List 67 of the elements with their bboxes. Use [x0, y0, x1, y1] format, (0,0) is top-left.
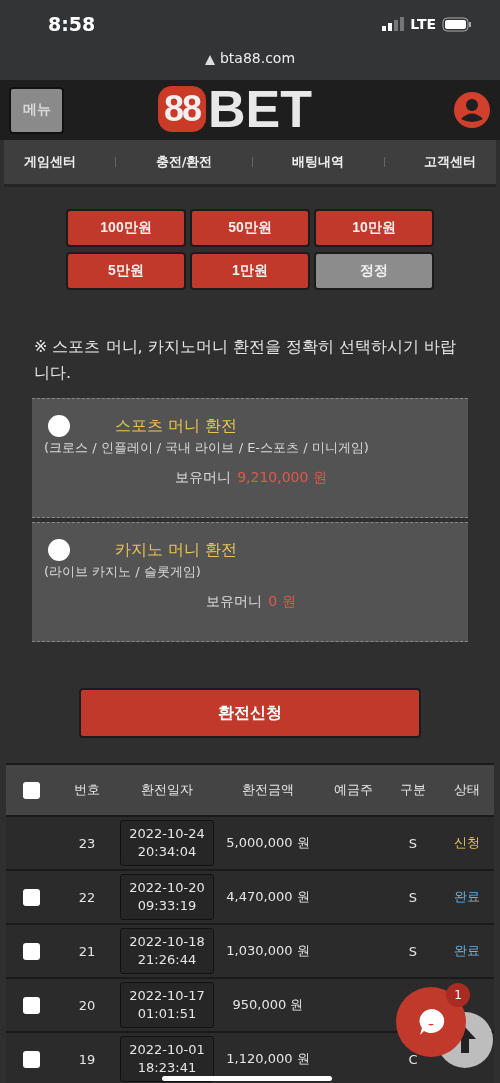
clock-time: 8:58: [48, 13, 96, 35]
submit-button[interactable]: 환전신청: [79, 688, 421, 738]
table-cell: 1,120,000 원: [226, 1050, 310, 1068]
user-icon[interactable]: [454, 92, 490, 128]
reset-button[interactable]: 정정: [314, 252, 434, 290]
option-title: 카지노 머니 환전: [115, 539, 238, 561]
amount-button[interactable]: 100만원: [66, 209, 186, 247]
column-header: 구분: [400, 781, 426, 799]
balance-value: 9,210,000 원: [237, 469, 327, 487]
date-cell: 2022-10-20 09:33:19: [120, 874, 214, 920]
table-cell: 19: [78, 1051, 96, 1067]
date-cell: 2022-10-24 20:34:04: [120, 820, 214, 866]
date-cell: 2022-10-01 18:23:41: [120, 1036, 214, 1082]
table-cell: 5,000,000 원: [226, 834, 310, 852]
radio-button[interactable]: [48, 415, 70, 437]
table-cell: 4,470,000 원: [226, 888, 310, 906]
select-all-checkbox[interactable]: [22, 781, 40, 799]
radio-button[interactable]: [48, 539, 70, 561]
row-checkbox[interactable]: [22, 996, 40, 1014]
logo-badge: 88: [158, 86, 207, 132]
balance-label: 보유머니: [175, 469, 232, 487]
table-cell: 23: [78, 835, 96, 851]
signal-icon: [382, 17, 405, 31]
url-text[interactable]: bta88.com: [219, 50, 296, 66]
balance-label: 보유머니: [206, 593, 263, 611]
date-cell: 2022-10-17 01:01:51: [120, 982, 214, 1028]
option-card[interactable]: 카지노 머니 환전 (라이브 카지노 / 슬롯게임) 보유머니 0 원: [32, 522, 468, 642]
table-cell: S: [408, 943, 418, 959]
table-cell: 1,030,000 원: [226, 942, 310, 960]
nav-link[interactable]: 게임센터: [23, 153, 76, 171]
nav-link[interactable]: 배팅내역: [292, 153, 345, 171]
row-checkbox[interactable]: [22, 1050, 40, 1068]
amount-button[interactable]: 10만원: [314, 209, 434, 247]
row-checkbox[interactable]: [22, 942, 40, 960]
column-header: 환전금액: [242, 781, 294, 799]
table-cell: S: [408, 835, 418, 851]
battery-icon: [442, 16, 472, 32]
status-text: 완료: [454, 942, 480, 960]
balance-value: 0 원: [268, 593, 296, 611]
table-cell: S: [408, 889, 418, 905]
logo-text: BET: [208, 85, 313, 133]
chat-icon: [416, 1007, 446, 1037]
amount-button[interactable]: 50만원: [190, 209, 310, 247]
nav-link[interactable]: 고객센터: [424, 153, 477, 171]
column-header: 상태: [454, 781, 480, 799]
table-cell: 21: [78, 943, 96, 959]
notice-text: ※ 스포츠 머니, 카지노머니 환전을 정확히 선택하시기 바랍니다.: [34, 336, 458, 384]
nav-link[interactable]: 충전/환전: [155, 153, 213, 171]
option-subtitle: (라이브 카지노 / 슬롯게임): [44, 563, 202, 581]
option-title: 스포츠 머니 환전: [115, 415, 238, 437]
table-cell: C: [408, 1051, 418, 1067]
date-cell: 2022-10-18 21:26:44: [120, 928, 214, 974]
amount-button[interactable]: 5만원: [66, 252, 186, 290]
table-cell: 950,000 원: [232, 996, 304, 1014]
status-text: 완료: [454, 888, 480, 906]
warning-icon: [204, 55, 215, 65]
column-header: 예금주: [333, 781, 373, 799]
option-subtitle: (크로스 / 인플레이 / 국내 라이브 / E-스포츠 / 미니게임): [44, 439, 370, 457]
row-checkbox[interactable]: [22, 888, 40, 906]
column-header: 환전일자: [141, 781, 193, 799]
column-header: 번호: [74, 781, 100, 799]
network-label: LTE: [410, 16, 436, 32]
amount-button[interactable]: 1만원: [190, 252, 310, 290]
table-cell: 22: [78, 889, 96, 905]
table-cell: 20: [78, 997, 96, 1013]
status-text: 신청: [454, 834, 480, 852]
option-card[interactable]: 스포츠 머니 환전 (크로스 / 인플레이 / 국내 라이브 / E-스포츠 / 미니게임) 보유머니 9,210,000 원: [32, 398, 468, 518]
